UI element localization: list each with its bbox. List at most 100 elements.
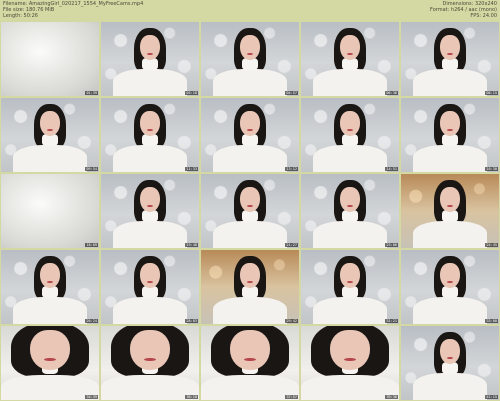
video-thumbnail[interactable]: 18:09 <box>1 174 99 248</box>
video-thumbnail[interactable]: 37:57 <box>201 326 299 400</box>
video-thumbnail[interactable]: 13:12 <box>201 98 299 172</box>
timestamp-label: 01:39 <box>85 90 98 95</box>
face-shape <box>130 329 170 371</box>
sweater-shape <box>412 145 488 172</box>
face-shape <box>330 329 370 371</box>
face-shape <box>340 263 360 289</box>
video-thumbnail[interactable]: 01:39 <box>1 22 99 96</box>
video-thumbnail[interactable]: 41:15 <box>401 326 499 400</box>
timestamp-label: 16:30 <box>485 166 498 171</box>
contact-sheet: Filename: AmazingGirl_020217_1554_MyFree… <box>0 0 500 401</box>
video-thumbnail[interactable]: 06:36 <box>301 22 399 96</box>
timestamp-label: 13:12 <box>285 166 298 171</box>
sweater-shape <box>301 374 399 400</box>
timestamp-label: 24:45 <box>485 242 498 247</box>
face-shape <box>140 187 160 213</box>
video-thumbnail[interactable]: 04:57 <box>201 22 299 96</box>
face-shape <box>340 35 360 61</box>
thumbnail-grid: 01:39 03:18 04:57 06:36 08:15 09:54 11:33 13:12… <box>1 22 499 400</box>
face-shape <box>440 187 460 213</box>
timestamp-label: 28:03 <box>185 318 198 323</box>
sweater-shape <box>312 69 388 96</box>
sweater-shape <box>201 374 299 400</box>
sweater-shape <box>112 69 188 96</box>
sweater-shape <box>1 22 99 96</box>
timestamp-label: 31:21 <box>385 318 398 323</box>
timestamp-label: 19:48 <box>185 242 198 247</box>
video-thumbnail[interactable]: 24:45 <box>401 174 499 248</box>
face-shape <box>30 329 70 371</box>
timestamp-label: 36:18 <box>185 394 198 399</box>
video-thumbnail[interactable]: 21:27 <box>201 174 299 248</box>
fps-text: FPS: 24.00 <box>470 13 497 20</box>
face-shape <box>230 329 270 371</box>
timestamp-label: 04:57 <box>285 90 298 95</box>
sweater-shape <box>312 297 388 324</box>
sweater-shape <box>12 297 88 324</box>
timestamp-label: 29:42 <box>285 318 298 323</box>
face-shape <box>340 187 360 213</box>
timestamp-label: 33:00 <box>485 318 498 323</box>
face-shape <box>240 187 260 213</box>
length-text: Length: 50:26 <box>3 13 38 20</box>
video-thumbnail[interactable]: 39:36 <box>301 326 399 400</box>
timestamp-label: 11:33 <box>185 166 198 171</box>
video-thumbnail[interactable]: 11:33 <box>101 98 199 172</box>
sweater-shape <box>412 297 488 324</box>
sweater-shape <box>412 221 488 248</box>
face-shape <box>440 35 460 61</box>
timestamp-label: 18:09 <box>85 242 98 247</box>
sweater-shape <box>212 297 288 324</box>
timestamp-label: 41:15 <box>485 394 498 399</box>
video-thumbnail[interactable]: 28:03 <box>101 250 199 324</box>
sweater-shape <box>412 373 488 400</box>
face-shape <box>140 35 160 61</box>
sweater-shape <box>212 221 288 248</box>
face-shape <box>40 111 60 137</box>
timestamp-label: 09:54 <box>85 166 98 171</box>
video-thumbnail[interactable]: 14:51 <box>301 98 399 172</box>
face-shape <box>140 263 160 289</box>
face-shape <box>440 263 460 289</box>
sweater-shape <box>1 374 99 400</box>
video-thumbnail[interactable]: 36:18 <box>101 326 199 400</box>
sweater-shape <box>12 145 88 172</box>
video-thumbnail[interactable]: 09:54 <box>1 98 99 172</box>
timestamp-label: 21:27 <box>285 242 298 247</box>
sweater-shape <box>212 145 288 172</box>
info-header: Filename: AmazingGirl_020217_1554_MyFree… <box>3 1 497 21</box>
video-thumbnail[interactable]: 19:48 <box>101 174 199 248</box>
video-thumbnail[interactable]: 29:42 <box>201 250 299 324</box>
timestamp-label: 14:51 <box>385 166 398 171</box>
face-shape <box>40 263 60 289</box>
video-thumbnail[interactable]: 16:30 <box>401 98 499 172</box>
timestamp-label: 39:36 <box>385 394 398 399</box>
sweater-shape <box>112 145 188 172</box>
sweater-shape <box>1 174 99 248</box>
face-shape <box>240 111 260 137</box>
face-shape <box>140 111 160 137</box>
sweater-shape <box>112 221 188 248</box>
timestamp-label: 03:18 <box>185 90 198 95</box>
sweater-shape <box>412 69 488 96</box>
video-thumbnail[interactable]: 33:00 <box>401 250 499 324</box>
face-shape <box>240 263 260 289</box>
sweater-shape <box>101 374 199 400</box>
sweater-shape <box>212 69 288 96</box>
timestamp-label: 26:24 <box>85 318 98 323</box>
sweater-shape <box>112 297 188 324</box>
timestamp-label: 06:36 <box>385 90 398 95</box>
video-thumbnail[interactable]: 26:24 <box>1 250 99 324</box>
video-thumbnail[interactable]: 08:15 <box>401 22 499 96</box>
face-shape <box>240 35 260 61</box>
video-thumbnail[interactable]: 23:06 <box>301 174 399 248</box>
video-thumbnail[interactable]: 31:21 <box>301 250 399 324</box>
video-thumbnail[interactable]: 03:18 <box>101 22 199 96</box>
timestamp-label: 08:15 <box>485 90 498 95</box>
meta-left: Filename: AmazingGirl_020217_1554_MyFree… <box>3 1 143 20</box>
sweater-shape <box>312 221 388 248</box>
meta-right: Dimensions: 320x240 Format: h264 / aac (… <box>430 1 497 20</box>
sweater-shape <box>312 145 388 172</box>
face-shape <box>440 339 460 365</box>
video-thumbnail[interactable]: 34:39 <box>1 326 99 400</box>
